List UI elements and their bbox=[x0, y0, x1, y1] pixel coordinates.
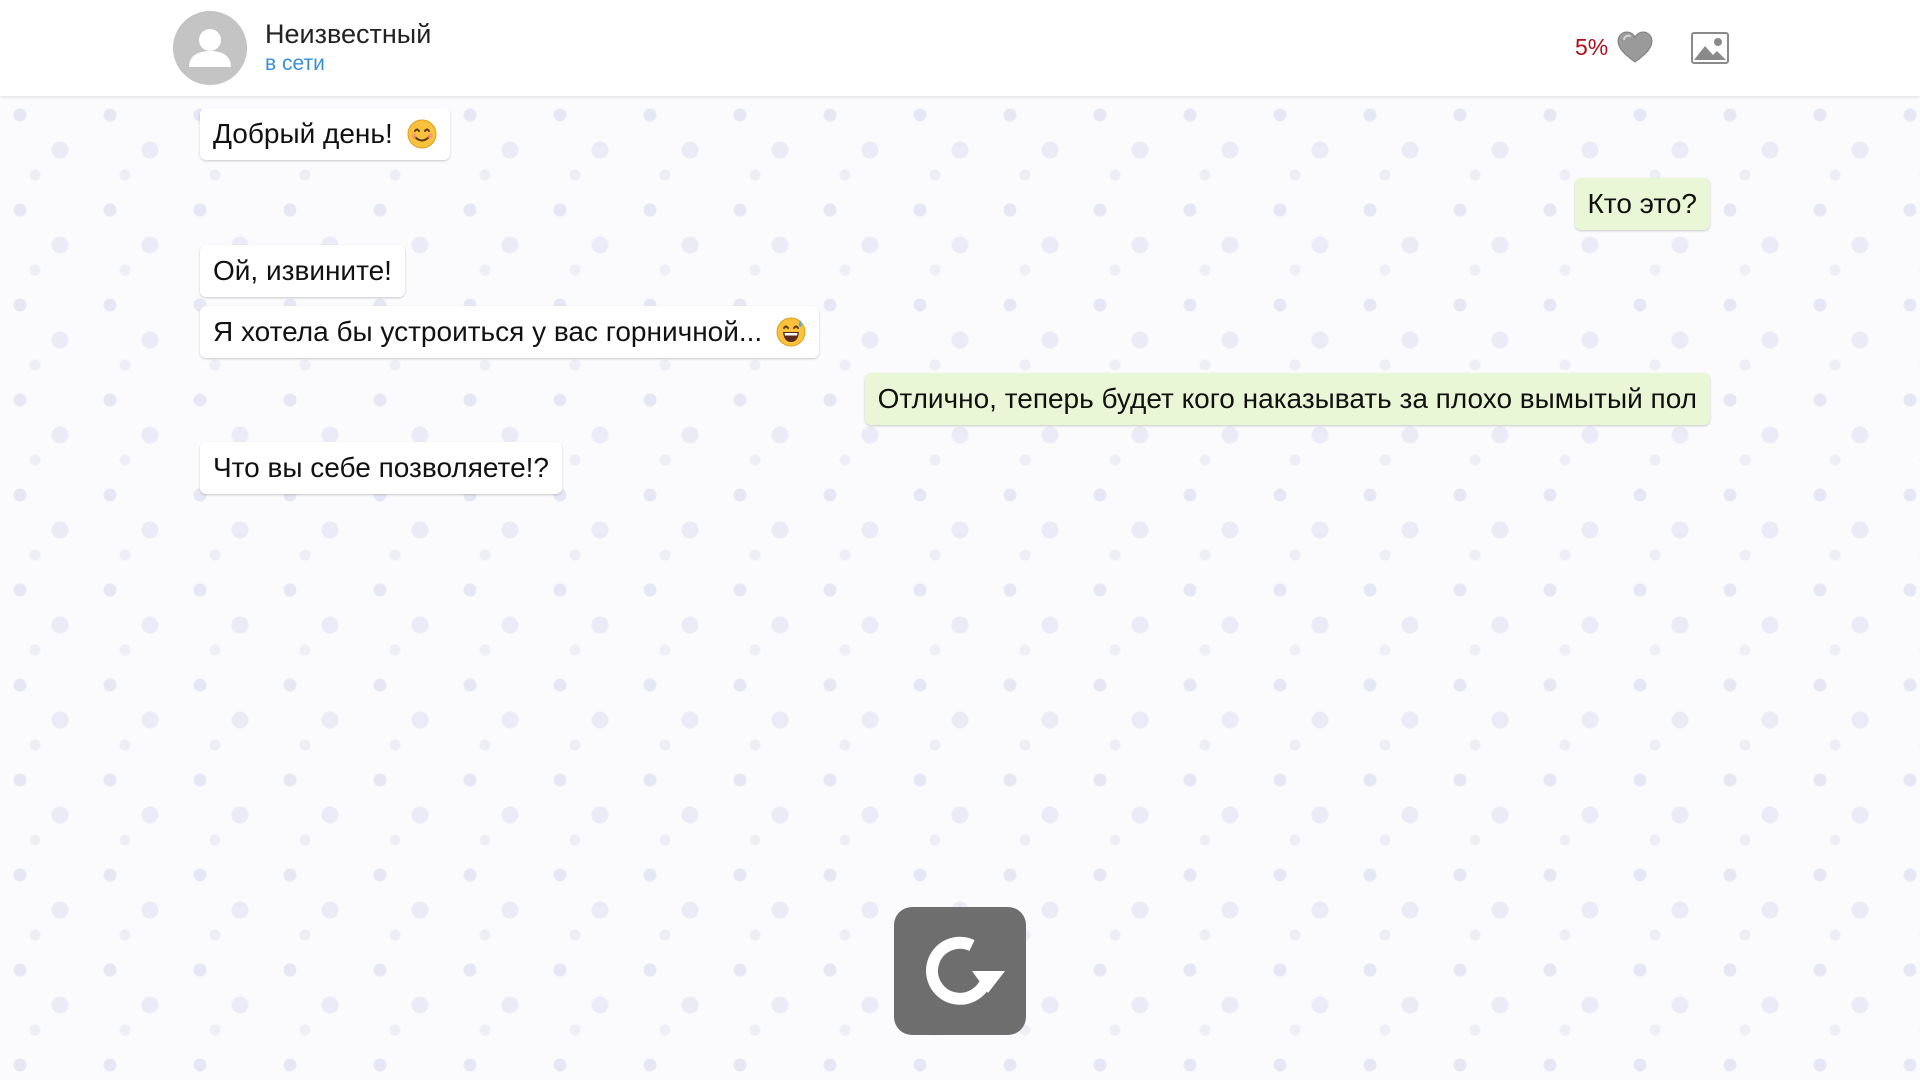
contact-status: в сети bbox=[265, 52, 325, 75]
smiling-face-icon bbox=[407, 119, 437, 149]
avatar bbox=[173, 11, 247, 85]
message-incoming: Что вы себе позволяете!? bbox=[200, 442, 562, 494]
reload-icon bbox=[926, 936, 1005, 1005]
message-outgoing: Кто это? bbox=[1574, 178, 1710, 230]
user-silhouette-icon bbox=[173, 11, 247, 85]
reload-button[interactable] bbox=[894, 907, 1026, 1035]
affection-value: 5% bbox=[1575, 33, 1609, 60]
message-incoming: Я хотела бы устроиться у вас горничной..… bbox=[200, 306, 820, 358]
grinning-sweat-face-icon bbox=[776, 317, 806, 347]
message-outgoing: Отлично, теперь будет кого наказывать за… bbox=[864, 373, 1710, 425]
message-text: Отлично, теперь будет кого наказывать за… bbox=[877, 383, 1697, 414]
chat-header: Неизвестный в сети 5% bbox=[0, 0, 1920, 96]
message-text: Я хотела бы устроиться у вас горничной..… bbox=[213, 316, 763, 347]
message-incoming: Ой, извините! bbox=[200, 245, 405, 297]
image-gallery-icon[interactable] bbox=[1691, 32, 1729, 64]
message-text: Добрый день! bbox=[213, 118, 393, 149]
affection-meter: 5% bbox=[1575, 30, 1654, 64]
message-text: Что вы себе позволяете!? bbox=[213, 452, 549, 483]
message-incoming: Добрый день! bbox=[200, 108, 450, 160]
message-text: Кто это? bbox=[1587, 188, 1698, 219]
heart-icon bbox=[1616, 30, 1654, 64]
contact-name: Неизвестный bbox=[265, 19, 432, 49]
message-text: Ой, извините! bbox=[213, 255, 392, 286]
